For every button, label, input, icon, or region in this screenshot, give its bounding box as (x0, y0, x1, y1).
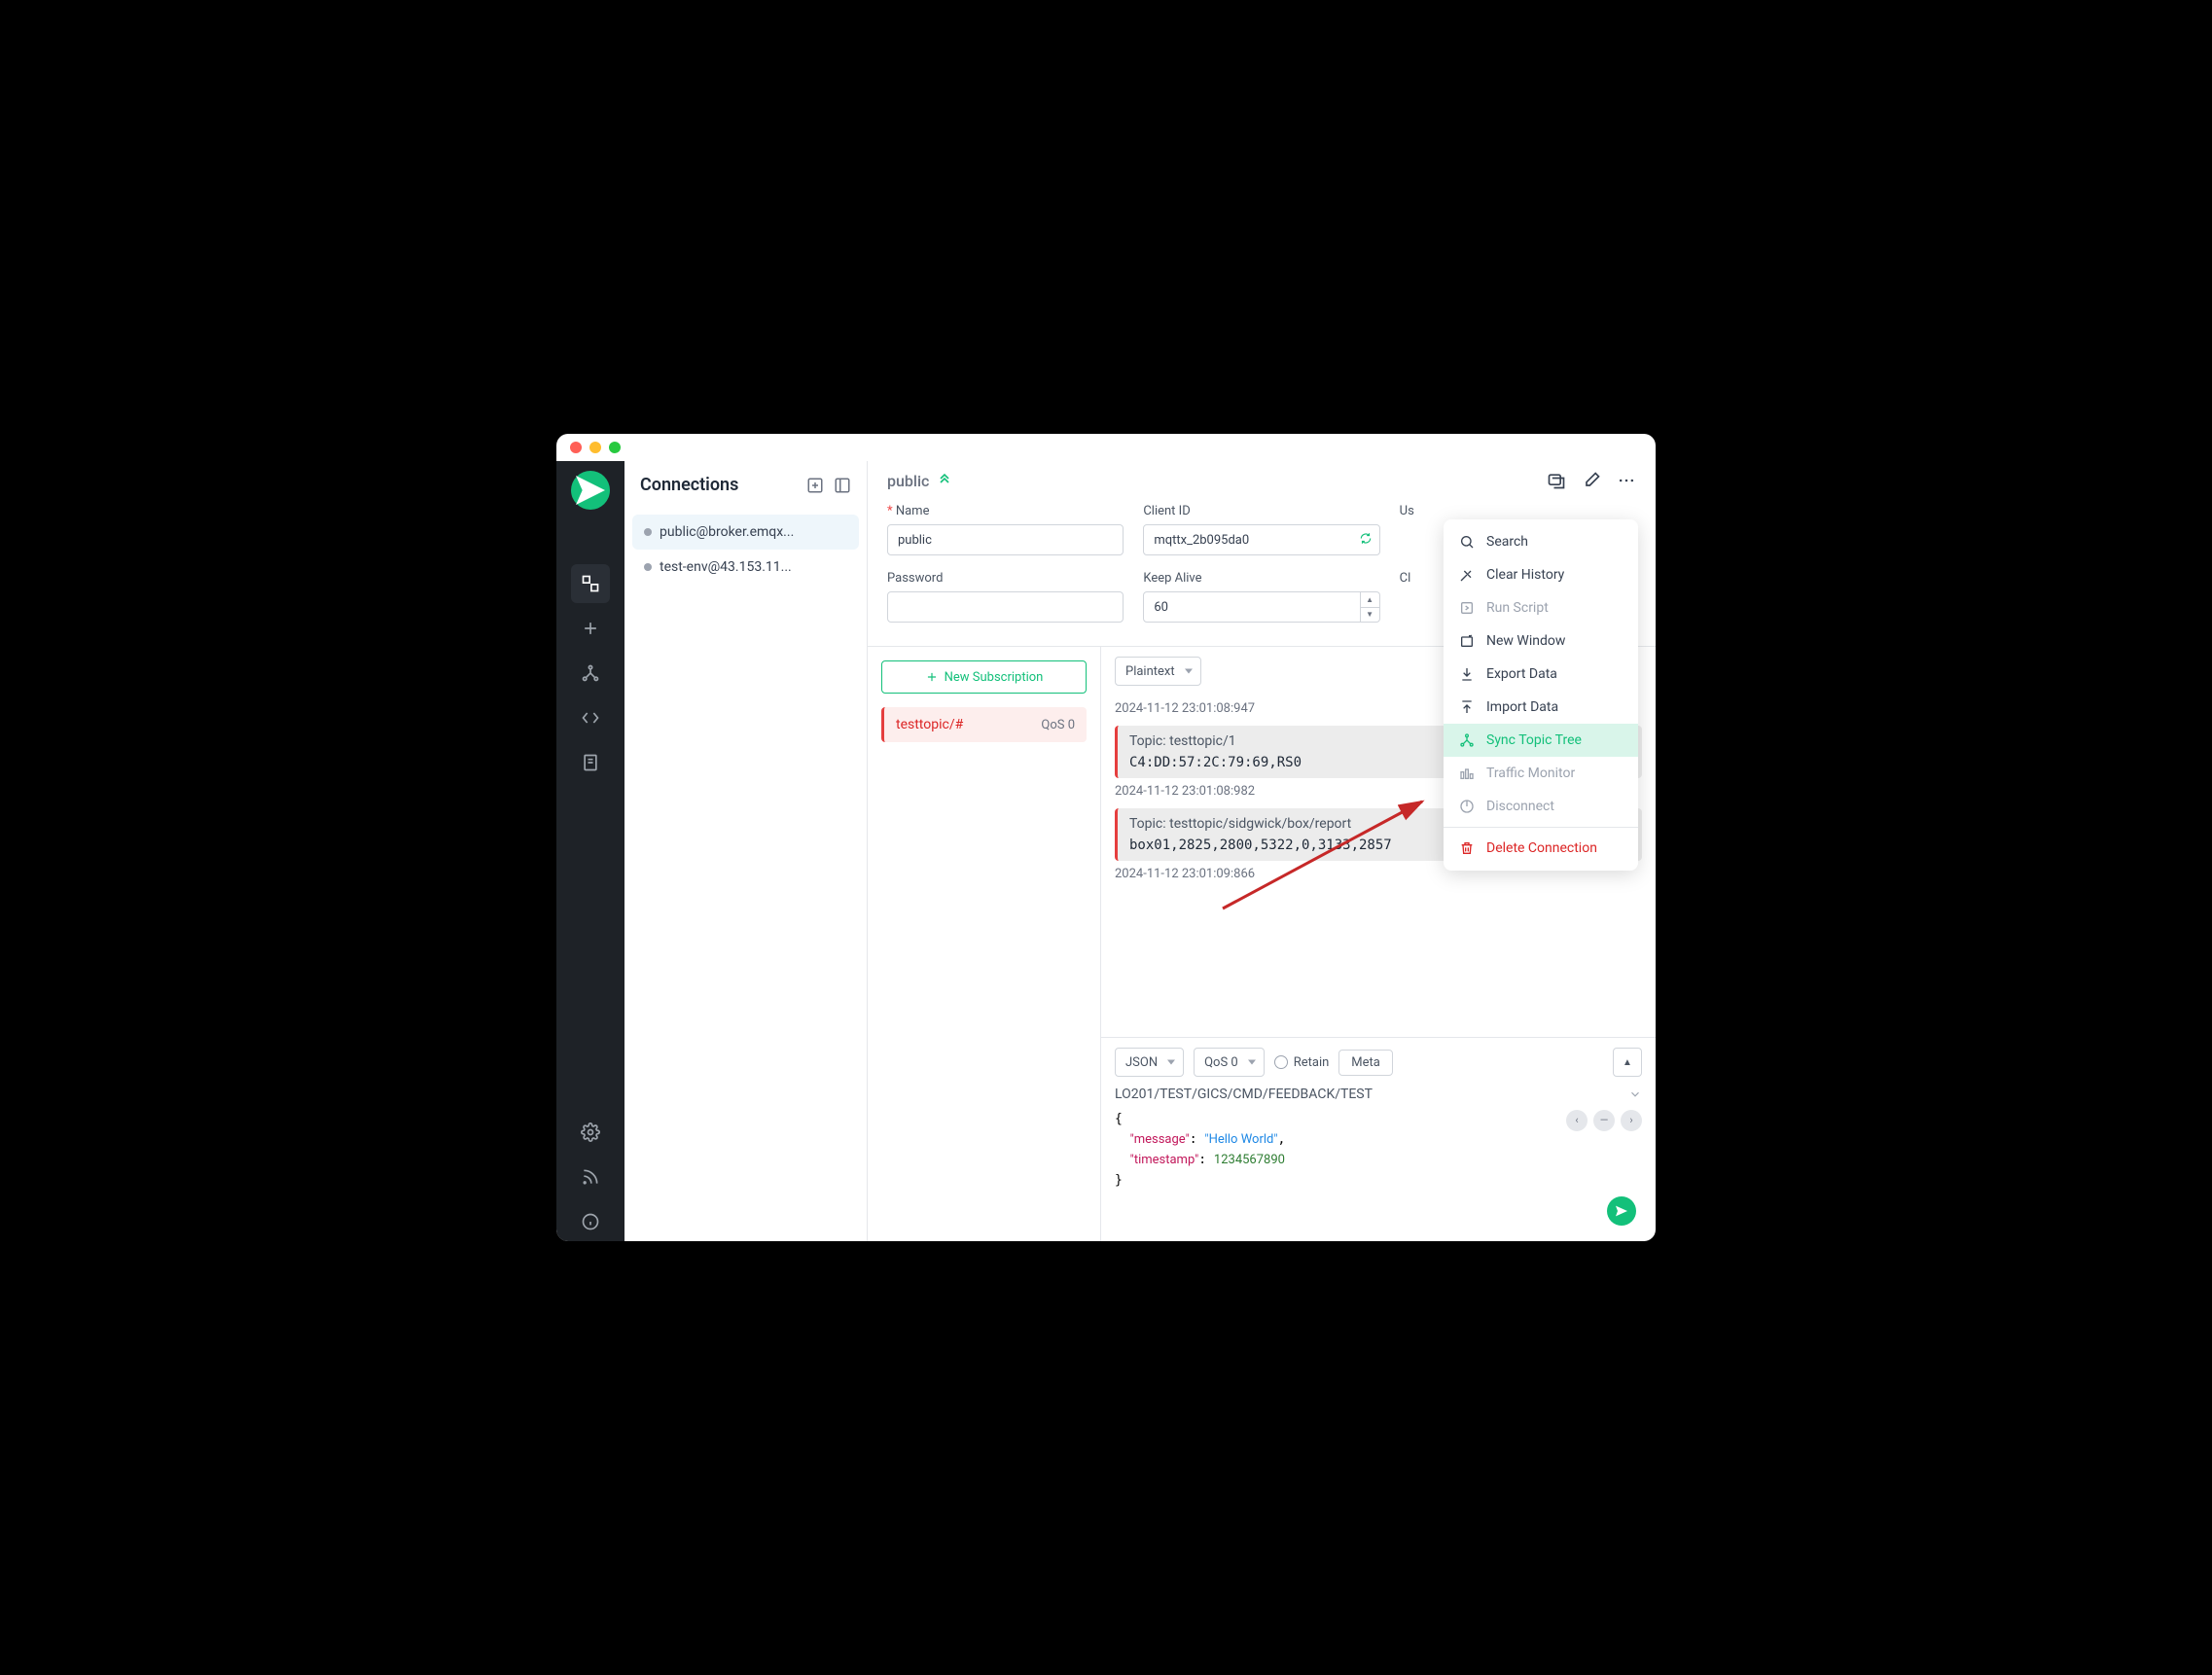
new-subscription-label: New Subscription (945, 670, 1044, 685)
subscription-topic: testtopic/# (896, 717, 963, 732)
expand-composer-button[interactable]: ▲ (1613, 1048, 1642, 1077)
new-subscription-button[interactable]: New Subscription (881, 660, 1087, 694)
info-icon[interactable] (571, 1202, 610, 1241)
script-icon[interactable] (571, 698, 610, 737)
icon-sidebar (556, 461, 624, 1241)
menu-disconnect: Disconnect (1444, 790, 1638, 823)
menu-delete-connection[interactable]: Delete Connection (1444, 832, 1638, 865)
username-label: Us (1400, 504, 1636, 518)
clientid-input[interactable] (1143, 524, 1379, 555)
encoding-select[interactable]: Plaintext (1115, 657, 1201, 686)
menu-clear-history[interactable]: Clear History (1444, 558, 1638, 591)
menu-traffic-monitor: Traffic Monitor (1444, 757, 1638, 790)
connection-name-header[interactable]: public (887, 471, 952, 490)
more-menu-dropdown: Search Clear History Run Script New Wind… (1444, 519, 1638, 871)
chevron-down-icon[interactable] (1628, 1087, 1642, 1101)
password-label: Password (887, 571, 1124, 586)
add-icon[interactable] (571, 609, 610, 648)
menu-new-window[interactable]: New Window (1444, 624, 1638, 658)
new-connection-icon[interactable] (806, 477, 824, 494)
message-topic: Topic: testtopic/sidgwick/box/report (1129, 816, 1351, 832)
retain-toggle[interactable]: Retain (1274, 1055, 1330, 1070)
connection-label: test-env@43.153.11... (660, 559, 792, 575)
connections-title: Connections (640, 475, 738, 495)
keepalive-label: Keep Alive (1143, 571, 1379, 586)
subscriptions-panel: New Subscription testtopic/# QoS 0 (868, 647, 1101, 1241)
status-dot (644, 528, 652, 536)
menu-export-data[interactable]: Export Data (1444, 658, 1638, 691)
feed-icon[interactable] (571, 1158, 610, 1196)
subscription-qos: QoS 0 (1041, 718, 1075, 732)
meta-button[interactable]: Meta (1338, 1050, 1393, 1076)
app-logo (571, 471, 610, 510)
more-menu-icon[interactable] (1617, 471, 1636, 490)
menu-search[interactable]: Search (1444, 525, 1638, 558)
collapse-panel-icon[interactable] (834, 477, 851, 494)
clientid-label: Client ID (1143, 504, 1379, 518)
payload-indicator: — (1593, 1110, 1615, 1131)
maximize-window-button[interactable] (609, 442, 621, 453)
edit-icon[interactable] (1582, 471, 1601, 490)
connections-nav-icon[interactable] (571, 564, 610, 603)
connection-item[interactable]: test-env@43.153.11... (632, 550, 859, 585)
refresh-clientid-icon[interactable] (1359, 531, 1373, 550)
status-dot (644, 563, 652, 571)
menu-sync-topic-tree[interactable]: Sync Topic Tree (1444, 724, 1638, 757)
connection-label: public@broker.emqx... (660, 524, 794, 540)
log-icon[interactable] (571, 743, 610, 782)
composer: JSON QoS 0 Retain Meta ▲ LO201/TEST/GICS… (1101, 1037, 1656, 1241)
menu-import-data[interactable]: Import Data (1444, 691, 1638, 724)
close-window-button[interactable] (570, 442, 582, 453)
subscription-item[interactable]: testtopic/# QoS 0 (881, 707, 1087, 742)
tree-icon[interactable] (571, 654, 610, 693)
step-down[interactable]: ▼ (1361, 608, 1379, 623)
connection-item[interactable]: public@broker.emqx... (632, 515, 859, 550)
titlebar (556, 434, 1656, 461)
name-input[interactable] (887, 524, 1124, 555)
main-panel: public * Name Client ID (868, 461, 1656, 1241)
collapse-icon (937, 471, 952, 490)
prev-payload-button[interactable]: ‹ (1566, 1110, 1588, 1131)
settings-icon[interactable] (571, 1113, 610, 1152)
send-button[interactable] (1607, 1196, 1636, 1226)
qos-select[interactable]: QoS 0 (1194, 1048, 1265, 1077)
format-select[interactable]: JSON (1115, 1048, 1184, 1077)
name-label: * Name (887, 504, 1124, 518)
step-up[interactable]: ▲ (1361, 592, 1379, 608)
message-topic: Topic: testtopic/1 (1129, 733, 1236, 749)
password-input[interactable] (887, 591, 1124, 623)
messages-toggle-icon[interactable] (1547, 471, 1566, 490)
connection-name-text: public (887, 472, 929, 490)
menu-separator (1444, 827, 1638, 828)
publish-topic[interactable]: LO201/TEST/GICS/CMD/FEEDBACK/TEST (1115, 1087, 1373, 1102)
payload-editor[interactable]: { "message": "Hello World", "timestamp":… (1115, 1110, 1642, 1231)
app-window: Connections public@broker.emqx... test-e… (556, 434, 1656, 1241)
keepalive-input[interactable] (1143, 591, 1360, 623)
connections-panel: Connections public@broker.emqx... test-e… (624, 461, 868, 1241)
menu-run-script: Run Script (1444, 591, 1638, 624)
minimize-window-button[interactable] (589, 442, 601, 453)
next-payload-button[interactable]: › (1621, 1110, 1642, 1131)
